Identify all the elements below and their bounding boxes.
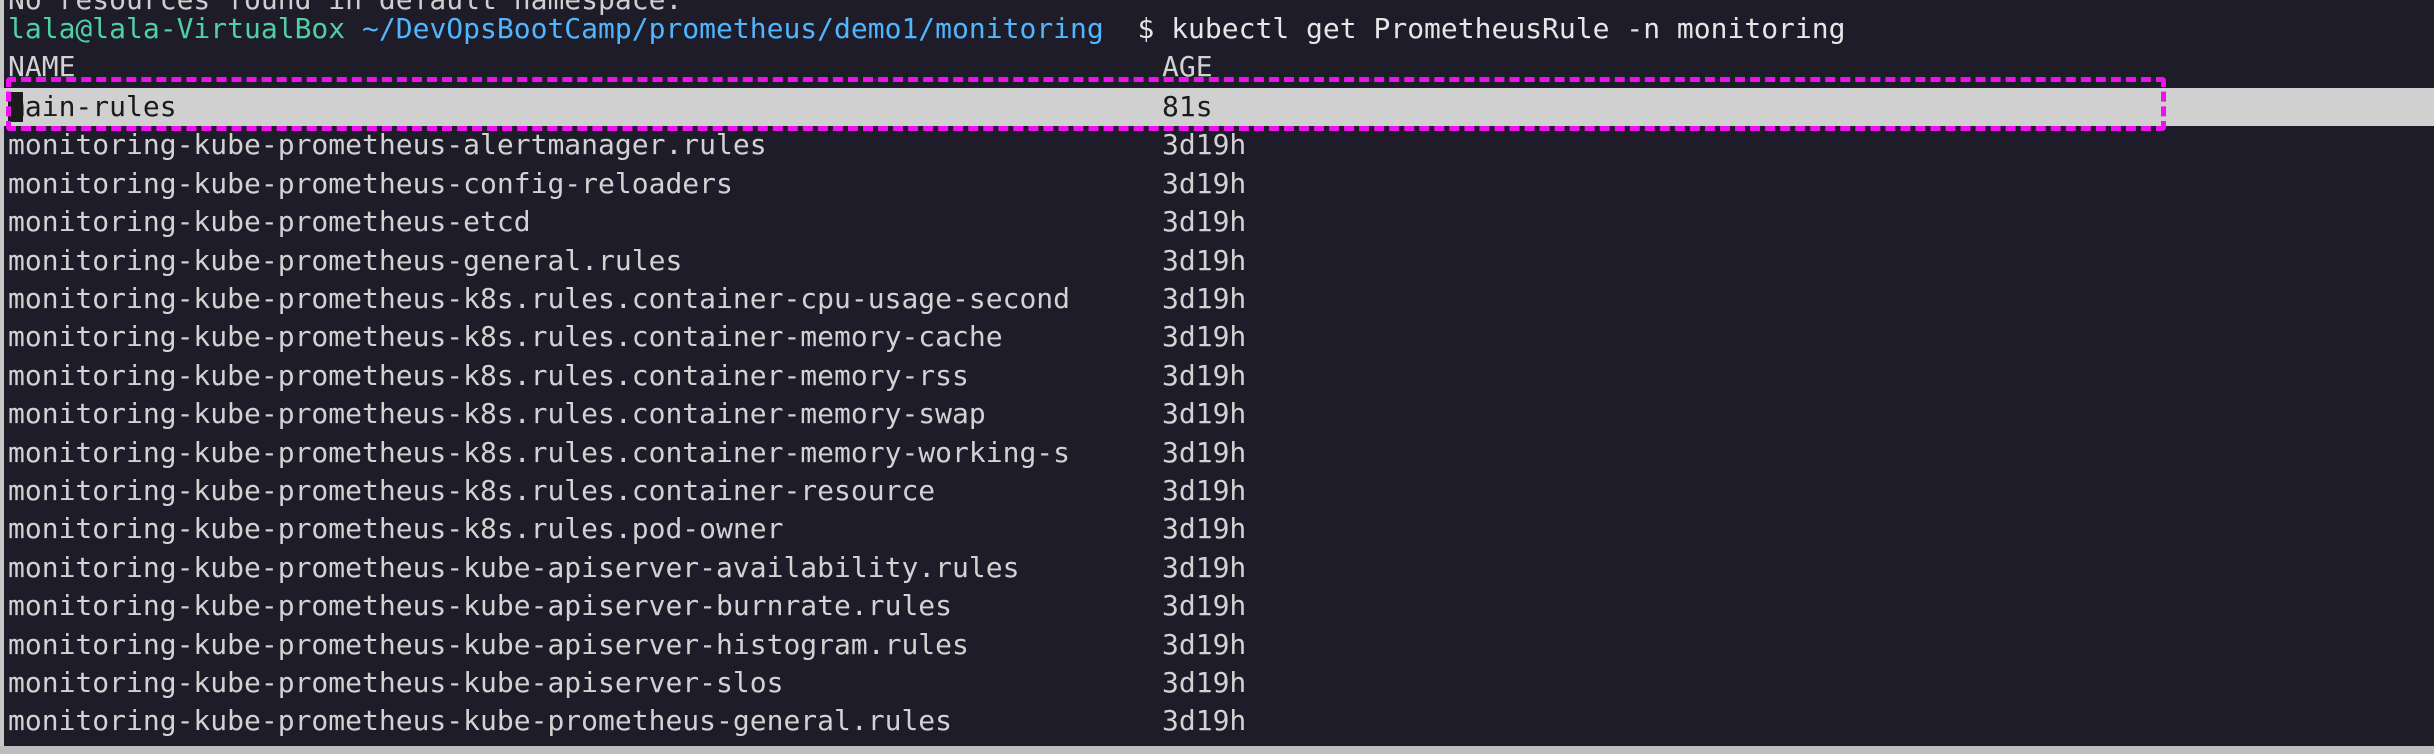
table-row[interactable]: monitoring-kube-prometheus-alertmanager.… <box>0 126 2434 164</box>
rule-age: 3d19h <box>1162 589 1247 622</box>
rule-name: monitoring-kube-prometheus-k8s.rules.pod… <box>8 512 784 545</box>
rule-name: monitoring-kube-prometheus-etcd <box>8 205 531 238</box>
column-header-age: AGE <box>1162 50 1213 83</box>
table-row[interactable]: monitoring-kube-prometheus-general.rules… <box>0 242 2434 280</box>
rule-age: 3d19h <box>1162 512 1247 545</box>
rule-age: 81s <box>1162 90 1213 123</box>
rule-name: monitoring-kube-prometheus-kube-apiserve… <box>8 666 784 699</box>
table-row[interactable]: monitoring-kube-prometheus-kube-promethe… <box>0 702 2434 740</box>
rule-age: 3d19h <box>1162 359 1247 392</box>
table-row[interactable]: monitoring-kube-prometheus-k8s.rules.con… <box>0 395 2434 433</box>
rule-age: 3d19h <box>1162 666 1247 699</box>
window-bottom-edge <box>0 746 2434 754</box>
rule-name: monitoring-kube-prometheus-kube-apiserve… <box>8 589 953 622</box>
table-row[interactable]: monitoring-kube-prometheus-kube-apiserve… <box>0 587 2434 625</box>
rule-name: monitoring-kube-prometheus-kube-apiserve… <box>8 551 1020 584</box>
command-prompt-line: lala@lala-VirtualBox ~/DevOpsBootCamp/pr… <box>8 10 1845 48</box>
rule-age: 3d19h <box>1162 320 1247 353</box>
prompt-user-host: lala@lala-VirtualBox <box>8 12 346 45</box>
rule-age: 3d19h <box>1162 167 1247 200</box>
rule-name: monitoring-kube-prometheus-k8s.rules.con… <box>8 397 986 430</box>
prompt-path: ~/DevOpsBootCamp/prometheus/demo1/monito… <box>362 12 1104 45</box>
table-row[interactable]: main-rules 81s <box>0 88 2434 126</box>
table-row[interactable]: monitoring-kube-prometheus-kube-apiserve… <box>0 626 2434 664</box>
table-row[interactable]: monitoring-kube-prometheus-k8s.rules.pod… <box>0 510 2434 548</box>
terminal-window[interactable]: No resources found in default namespace.… <box>0 0 2434 754</box>
table-row[interactable]: monitoring-kube-prometheus-k8s.rules.con… <box>0 434 2434 472</box>
table-row[interactable]: monitoring-kube-prometheus-config-reload… <box>0 165 2434 203</box>
table-header: NAME AGE <box>8 48 1213 86</box>
command-text: kubectl get PrometheusRule -n monitoring <box>1171 12 1846 45</box>
column-header-name: NAME <box>8 50 76 83</box>
table-row[interactable]: monitoring-kube-prometheus-k8s.rules.con… <box>0 472 2434 510</box>
rule-name: monitoring-kube-prometheus-alertmanager.… <box>8 128 767 161</box>
rule-name: monitoring-kube-prometheus-kube-promethe… <box>8 704 953 737</box>
table-row[interactable]: monitoring-kube-prometheus-k8s.rules.con… <box>0 318 2434 356</box>
rule-age: 3d19h <box>1162 128 1247 161</box>
table-row[interactable]: monitoring-kube-prometheus-k8s.rules.con… <box>0 280 2434 318</box>
rule-name: monitoring-kube-prometheus-kube-apiserve… <box>8 628 969 661</box>
rule-name: monitoring-kube-prometheus-k8s.rules.con… <box>8 320 1003 353</box>
rule-name: monitoring-kube-prometheus-general.rules <box>8 244 683 277</box>
rule-name: monitoring-kube-prometheus-k8s.rules.con… <box>8 436 1071 469</box>
rule-age: 3d19h <box>1162 704 1247 737</box>
rule-name: main-rules <box>8 90 177 123</box>
table-row[interactable]: monitoring-kube-prometheus-kube-apiserve… <box>0 664 2434 702</box>
rule-age: 3d19h <box>1162 205 1247 238</box>
prompt-symbol: $ <box>1137 12 1155 45</box>
rule-name: monitoring-kube-prometheus-k8s.rules.con… <box>8 282 1071 315</box>
rule-age: 3d19h <box>1162 551 1247 584</box>
rule-age: 3d19h <box>1162 244 1247 277</box>
table-row[interactable]: monitoring-kube-prometheus-k8s.rules.con… <box>0 357 2434 395</box>
rule-name: monitoring-kube-prometheus-k8s.rules.con… <box>8 359 969 392</box>
rule-name: monitoring-kube-prometheus-k8s.rules.con… <box>8 474 936 507</box>
rule-age: 3d19h <box>1162 628 1247 661</box>
table-row[interactable]: monitoring-kube-prometheus-etcd 3d19h <box>0 203 2434 241</box>
rule-age: 3d19h <box>1162 474 1247 507</box>
rule-age: 3d19h <box>1162 282 1247 315</box>
rule-age: 3d19h <box>1162 436 1247 469</box>
rule-name: monitoring-kube-prometheus-config-reload… <box>8 167 733 200</box>
rule-age: 3d19h <box>1162 397 1247 430</box>
table-row[interactable]: monitoring-kube-prometheus-kube-apiserve… <box>0 549 2434 587</box>
